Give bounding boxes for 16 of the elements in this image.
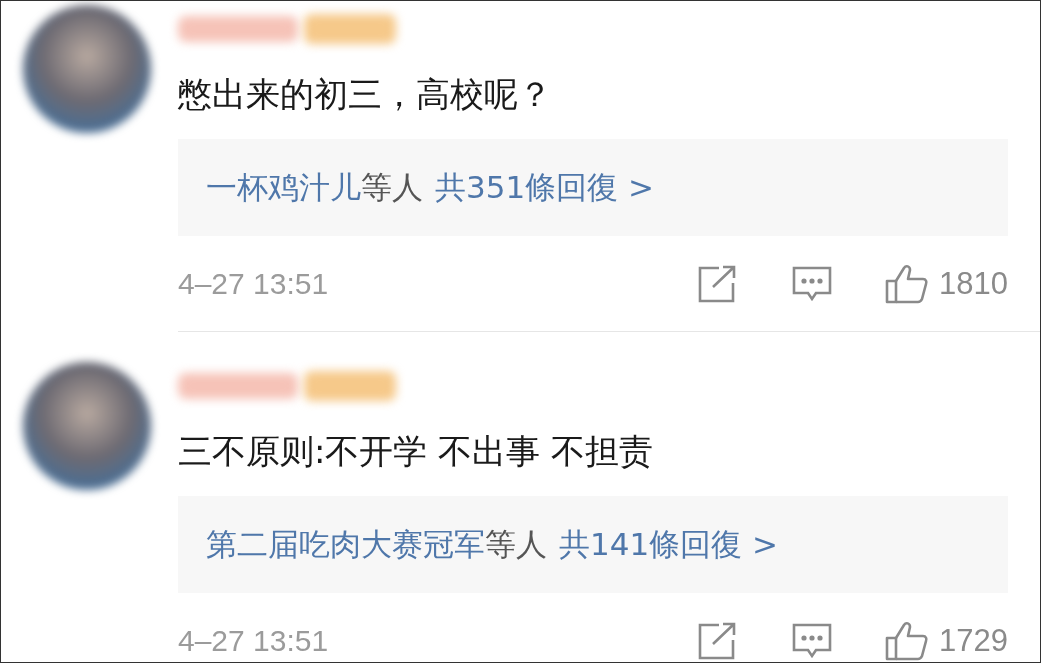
replies-link[interactable]: 一杯鸡汁儿等人 共351條回復 > [178, 139, 1008, 236]
comment-time: 4–27 13:51 [178, 623, 330, 658]
share-icon [697, 621, 738, 660]
replies-link[interactable]: 第二届吃肉大赛冠军等人 共141條回復 > [178, 496, 1008, 593]
comment-button[interactable] [792, 264, 833, 303]
comment-icon [792, 621, 833, 660]
share-icon [697, 264, 738, 303]
thumbs-up-icon [885, 263, 930, 304]
comment-text: 三不原则:不开学 不出事 不担责 [178, 430, 655, 473]
share-button[interactable] [697, 264, 738, 303]
share-button[interactable] [697, 621, 738, 660]
comment-time: 4–27 13:51 [178, 266, 330, 301]
thumbs-up-icon [885, 620, 930, 661]
comment-icon [792, 264, 833, 303]
comment-text: 憋出来的初三，高校呢？ [178, 73, 553, 116]
comment-button[interactable] [792, 621, 833, 660]
